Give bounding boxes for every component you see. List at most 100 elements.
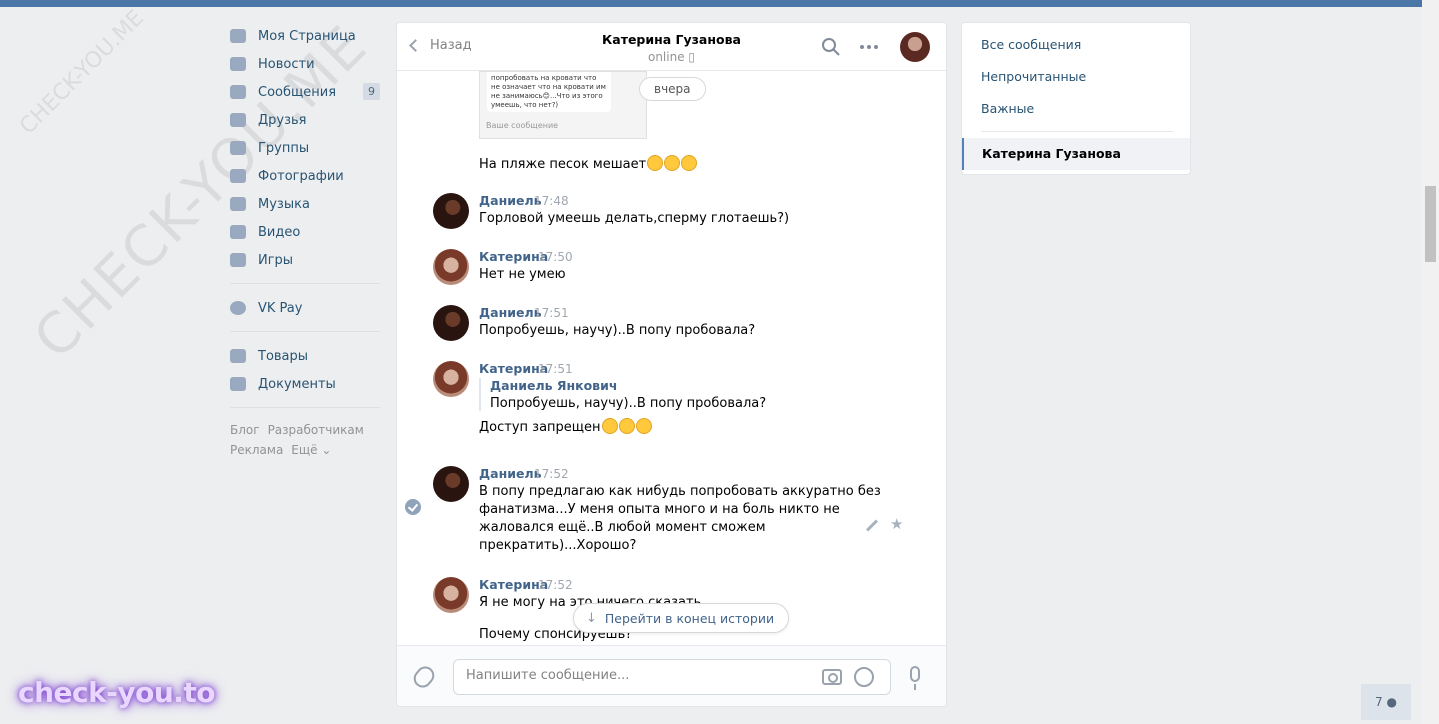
message-time: 17:52 [534,467,569,481]
menu-item-vkpay[interactable]: VK Pay [230,294,380,322]
message-time: 17:51 [534,306,569,320]
arrow-down-icon: ↓ [586,610,597,626]
left-menu: Моя Страница Новости Сообщения 9 Друзья Г… [230,22,380,460]
footer-link-developers[interactable]: Разработчикам [268,423,364,437]
attachment-text: попробовать на кровати что не означает ч… [487,72,611,112]
brand-watermark: check-you.to [18,676,216,709]
online-friends-button[interactable]: 7 ● [1361,684,1411,720]
filter-unread[interactable]: Непрочитанные [981,69,1086,84]
message-composer [397,645,946,706]
message-item-selected[interactable]: Даниель 17:52 В попу предлагаю как нибуд… [433,466,913,558]
conversation-item-selected[interactable]: Катерина Гузанова [962,138,1190,170]
message-author[interactable]: Даниель [479,305,542,320]
messages-icon [230,85,246,99]
laughing-emoji-icon [664,155,681,171]
selected-check-icon[interactable] [405,499,421,515]
search-icon[interactable] [821,37,841,57]
message-time: 17:52 [538,578,573,592]
menu-item-goods[interactable]: Товары [230,342,380,370]
footer-link-blog[interactable]: Блог [230,423,260,437]
message-time: 17:50 [538,250,573,264]
avatar[interactable] [433,361,469,397]
messages-badge: 9 [363,83,380,100]
attachment-input-placeholder: Ваше сообщение [486,121,559,130]
message-time: 17:48 [534,194,569,208]
message-text: Доступ запрещен [479,418,652,437]
message-text: Горловой умеешь делать,сперму глотаешь?) [479,211,790,226]
menu-footer: Блог Разработчикам Реклама Ещё ⌄ [230,420,380,460]
avatar[interactable] [433,466,469,502]
avatar[interactable] [433,193,469,229]
friends-icon [230,113,246,127]
filter-all-messages[interactable]: Все сообщения [981,37,1081,52]
message-text: Попробуешь, научу)..В попу пробовала? [479,323,756,338]
chat-panel: Назад Катерина Гузанова online ▯ попробо… [396,22,947,707]
menu-divider [230,331,380,332]
message-author[interactable]: Даниель [479,193,542,208]
avatar[interactable] [433,577,469,613]
folders-panel: Все сообщения Непрочитанные Важные Катер… [961,22,1191,175]
avatar[interactable] [433,249,469,285]
date-pill: вчера [639,77,706,101]
filter-important[interactable]: Важные [981,101,1034,116]
message-time: 17:51 [538,362,573,376]
footer-link-more[interactable]: Ещё ⌄ [291,443,331,457]
message-item[interactable]: Даниель 17:51 Попробуешь, научу)..В попу… [433,305,913,345]
message-history[interactable]: попробовать на кровати что не означает ч… [397,71,946,645]
music-icon [230,197,246,211]
screenshot-attachment[interactable]: попробовать на кровати что не означает ч… [479,71,647,139]
document-icon [230,377,246,391]
avatar[interactable] [433,305,469,341]
forwarded-message[interactable]: Даниель Янкович Попробуешь, научу)..В по… [479,378,766,411]
panel-divider [981,131,1173,132]
footer-link-ads[interactable]: Реклама [230,443,283,457]
menu-divider [230,407,380,408]
laughing-emoji-icon [681,155,698,171]
microphone-icon[interactable] [910,666,920,690]
menu-item-video[interactable]: Видео [230,218,380,246]
scrollbar-thumb[interactable] [1425,186,1436,262]
message-text: На пляже песок мешает [479,155,698,172]
person-icon: ● [1386,695,1397,709]
message-text: В попу предлагаю как нибудь попробовать … [479,484,881,553]
menu-item-games[interactable]: Игры [230,246,380,274]
peer-avatar[interactable] [900,32,930,62]
quote-text: Попробуешь, научу)..В попу пробовала? [490,396,767,411]
bag-icon [230,349,246,363]
groups-icon [230,141,246,155]
menu-item-photos[interactable]: Фотографии [230,162,380,190]
laughing-emoji-icon [647,155,664,171]
star-icon[interactable]: ★ [890,515,903,533]
laughing-emoji-icon [618,418,635,434]
watermark-small: CHECK-YOU.ME [15,5,149,140]
message-item[interactable]: Катерина 17:50 Нет не умею [433,249,913,289]
home-icon [230,29,246,43]
message-text: Нет не умею [479,267,566,282]
camera-icon[interactable] [822,669,842,685]
paperclip-icon[interactable] [410,662,438,692]
message-item[interactable]: Даниель 17:48 Горловой умеешь делать,спе… [433,193,913,233]
message-input[interactable] [466,668,796,683]
more-icon[interactable] [859,37,879,57]
camera-icon [230,169,246,183]
gamepad-icon [230,253,246,267]
message-item[interactable]: Катерина 17:51 Даниель Янкович Попробуеш… [433,361,913,451]
ruble-icon [230,301,246,315]
emoji-icon[interactable] [854,667,874,687]
menu-item-music[interactable]: Музыка [230,190,380,218]
news-icon [230,57,246,71]
quote-author[interactable]: Даниель Янкович [490,378,766,393]
menu-item-documents[interactable]: Документы [230,370,380,398]
menu-item-news[interactable]: Новости [230,50,380,78]
message-author[interactable]: Даниель [479,466,542,481]
menu-item-messages[interactable]: Сообщения 9 [230,78,380,106]
menu-item-friends[interactable]: Друзья [230,106,380,134]
video-icon [230,225,246,239]
page-scrollbar[interactable] [1422,0,1439,724]
jump-to-end-button[interactable]: ↓ Перейти в конец истории [573,603,790,633]
menu-item-my-page[interactable]: Моя Страница [230,22,380,50]
menu-divider [230,283,380,284]
top-bar [0,0,1422,7]
message-input-box[interactable] [453,659,891,695]
menu-item-groups[interactable]: Группы [230,134,380,162]
